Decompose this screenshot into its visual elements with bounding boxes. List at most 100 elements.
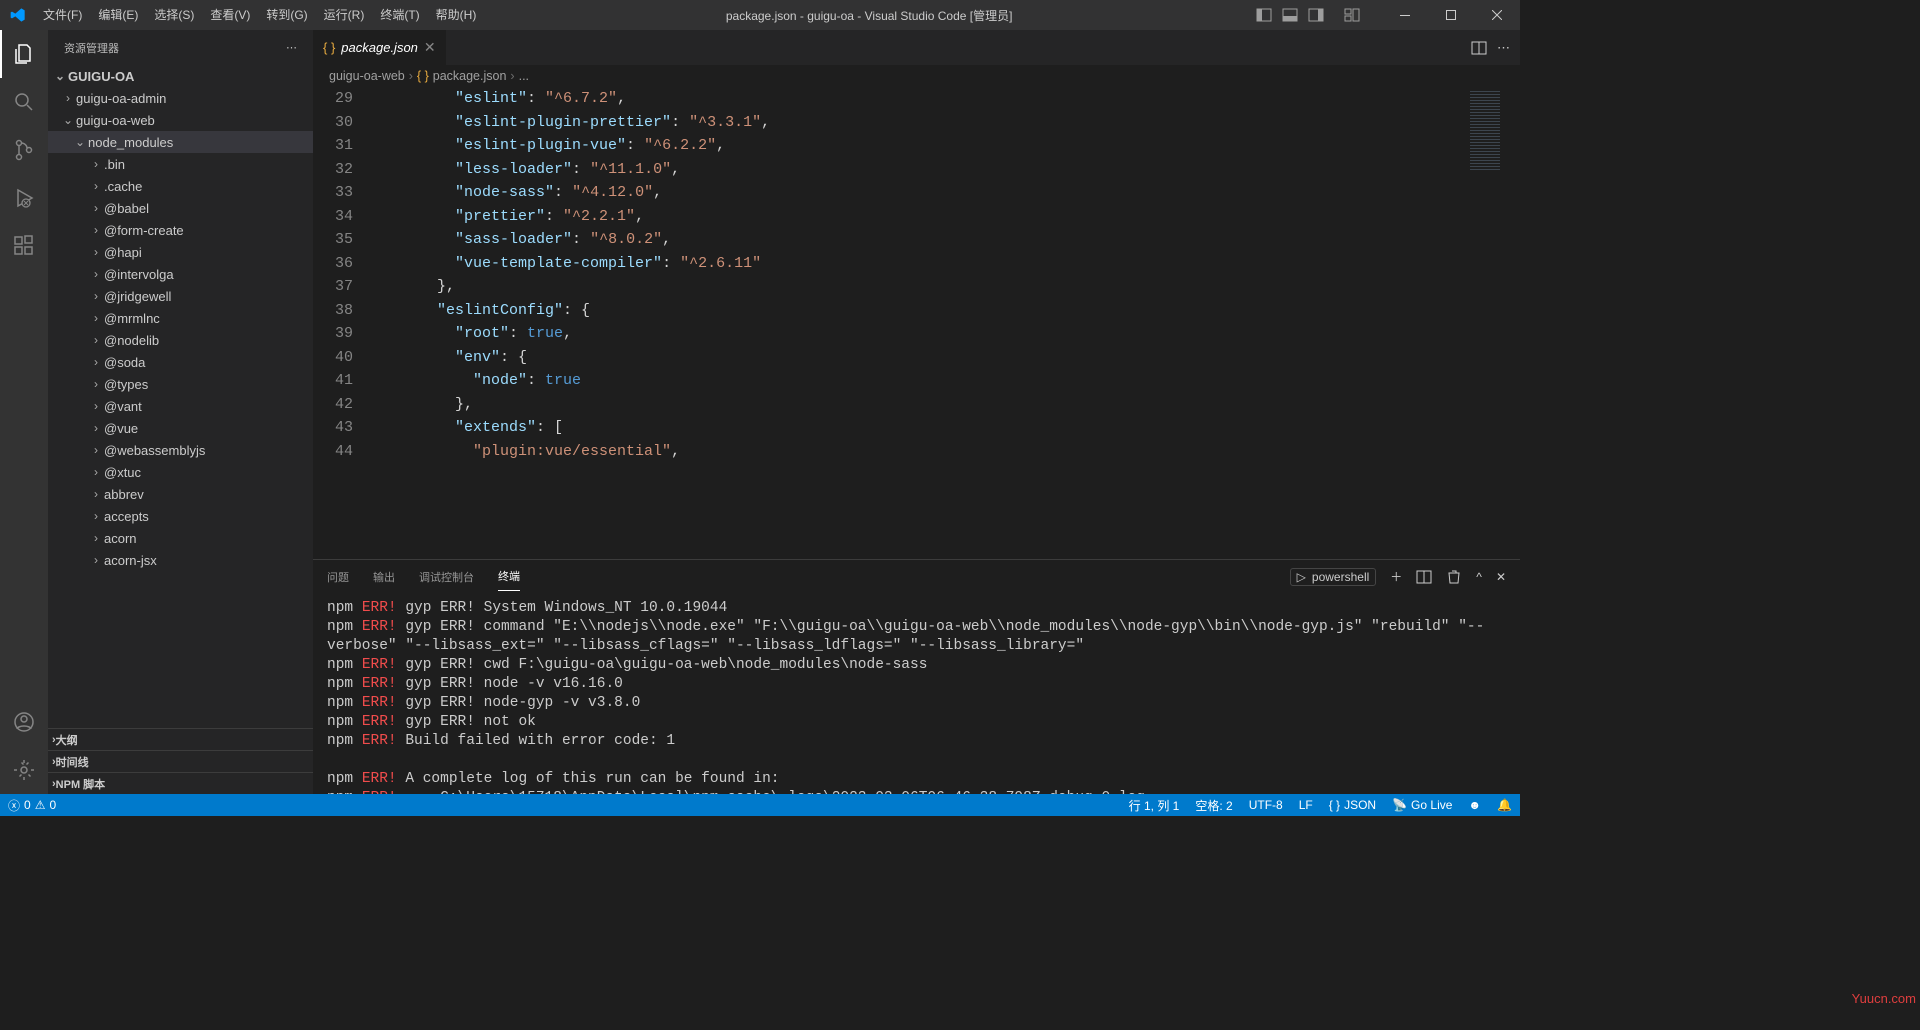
sidebar-section-collapsed[interactable]: › NPM 脚本 [48,772,313,794]
status-language[interactable]: { }JSON [1321,794,1384,816]
tree-item[interactable]: ›acorn-jsx [48,549,313,571]
tree-item[interactable]: ›@nodelib [48,329,313,351]
sidebar-header: 资源管理器 ⋯ [48,30,313,65]
source-control-icon[interactable] [0,126,48,174]
tree-item[interactable]: ›abbrev [48,483,313,505]
panel-tab[interactable]: 输出 [373,563,395,591]
tree-root[interactable]: ⌄GUIGU-OA [48,65,313,87]
maximize-button[interactable] [1428,0,1474,30]
extensions-icon[interactable] [0,222,48,270]
menu-item[interactable]: 运行(R) [316,0,373,30]
tree-item[interactable]: ›acorn [48,527,313,549]
chevron-icon: › [88,553,104,567]
tree-item[interactable]: ⌄guigu-oa-web [48,109,313,131]
panel: 问题输出调试控制台终端 ▷powershell ＋ ^ ✕ npm ERR! g… [313,559,1520,794]
code-editor[interactable]: 29303132333435363738394041424344 "eslint… [313,87,1520,559]
status-eol[interactable]: LF [1291,794,1321,816]
chevron-icon: › [88,443,104,457]
panel-tab[interactable]: 问题 [327,563,349,591]
terminal-output[interactable]: npm ERR! gyp ERR! System Windows_NT 10.0… [313,593,1520,794]
layout-secondary-sidebar-icon[interactable] [1306,5,1326,25]
split-terminal-icon[interactable] [1416,569,1432,585]
tab-package-json[interactable]: { } package.json ✕ [313,30,447,65]
layout-primary-sidebar-icon[interactable] [1254,5,1274,25]
chevron-icon: › [60,91,76,105]
sidebar: 资源管理器 ⋯ ⌄GUIGU-OA ›guigu-oa-admin⌄guigu-… [48,30,313,794]
tab-close-icon[interactable]: ✕ [424,39,436,56]
terminal-profile-dropdown[interactable]: ▷powershell [1290,568,1377,586]
status-cursor[interactable]: 行 1, 列 1 [1121,794,1188,816]
more-icon[interactable]: ⋯ [1497,40,1510,56]
tree-item[interactable]: ⌄node_modules [48,131,313,153]
chevron-icon: › [88,377,104,391]
tree-item[interactable]: ›guigu-oa-admin [48,87,313,109]
chevron-right-icon: › [52,734,56,746]
tree-item[interactable]: ›@hapi [48,241,313,263]
panel-tab[interactable]: 终端 [498,562,520,591]
editor-area: { } package.json ✕ ⋯ guigu-oa-web › { } … [313,30,1520,794]
search-icon[interactable] [0,78,48,126]
sidebar-title: 资源管理器 [64,40,119,56]
tree-item[interactable]: ›@vue [48,417,313,439]
vscode-logo-icon [0,7,35,23]
tree-item[interactable]: ›@vant [48,395,313,417]
run-debug-icon[interactable] [0,174,48,222]
accounts-icon[interactable] [0,698,48,746]
breadcrumb[interactable]: guigu-oa-web › { } package.json › ... [313,65,1520,87]
menu-item[interactable]: 查看(V) [202,0,258,30]
status-indent[interactable]: 空格: 2 [1187,794,1240,816]
chevron-icon: › [88,465,104,479]
minimize-button[interactable] [1382,0,1428,30]
kill-terminal-icon[interactable] [1446,569,1462,585]
tree-item[interactable]: ›accepts [48,505,313,527]
status-feedback-icon[interactable]: ☻ [1460,794,1489,816]
minimap[interactable] [1460,87,1520,559]
status-encoding[interactable]: UTF-8 [1241,794,1291,816]
chevron-right-icon: › [510,69,514,83]
chevron-icon: › [88,245,104,259]
chevron-icon: › [88,157,104,171]
watermark: Yuucn.com [1852,991,1916,1006]
sidebar-section-collapsed[interactable]: › 大纲 [48,728,313,750]
chevron-icon: › [88,421,104,435]
tree-item[interactable]: ›@types [48,373,313,395]
chevron-icon: › [88,509,104,523]
tree-item[interactable]: ›@webassemblyjs [48,439,313,461]
status-problems[interactable]: ⓧ0 ⚠0 [0,794,64,816]
chevron-icon: › [88,487,104,501]
menu-item[interactable]: 转到(G) [258,0,315,30]
layout-panel-icon[interactable] [1280,5,1300,25]
tree-item[interactable]: ›@babel [48,197,313,219]
title-bar: 文件(F)编辑(E)选择(S)查看(V)转到(G)运行(R)终端(T)帮助(H)… [0,0,1520,30]
panel-tab[interactable]: 调试控制台 [419,563,474,591]
close-button[interactable] [1474,0,1520,30]
tree-item[interactable]: ›@xtuc [48,461,313,483]
explorer-icon[interactable] [0,30,48,78]
tree-item[interactable]: ›@form-create [48,219,313,241]
status-bell-icon[interactable]: 🔔 [1489,794,1520,816]
tree-item[interactable]: ›.cache [48,175,313,197]
more-icon[interactable]: ⋯ [286,41,297,54]
chevron-icon: ⌄ [72,135,88,149]
tree-item[interactable]: ›@mrmlnc [48,307,313,329]
menu-item[interactable]: 终端(T) [372,0,427,30]
tree-item[interactable]: ›.bin [48,153,313,175]
tree-item[interactable]: ›@soda [48,351,313,373]
menu-item[interactable]: 选择(S) [146,0,202,30]
close-panel-icon[interactable]: ✕ [1496,570,1506,584]
maximize-panel-icon[interactable]: ^ [1476,570,1482,584]
menu-item[interactable]: 编辑(E) [90,0,146,30]
chevron-icon: ⌄ [60,113,76,127]
chevron-right-icon: › [52,756,56,768]
new-terminal-icon[interactable]: ＋ [1390,568,1402,585]
split-editor-icon[interactable] [1471,40,1487,56]
sidebar-section-collapsed[interactable]: › 时间线 [48,750,313,772]
menu-item[interactable]: 帮助(H) [428,0,485,30]
customize-layout-icon[interactable] [1342,5,1362,25]
status-golive[interactable]: 📡Go Live [1384,794,1460,816]
tree-item[interactable]: ›@intervolga [48,263,313,285]
settings-gear-icon[interactable] [0,746,48,794]
menu-item[interactable]: 文件(F) [35,0,90,30]
chevron-icon: › [88,267,104,281]
tree-item[interactable]: ›@jridgewell [48,285,313,307]
